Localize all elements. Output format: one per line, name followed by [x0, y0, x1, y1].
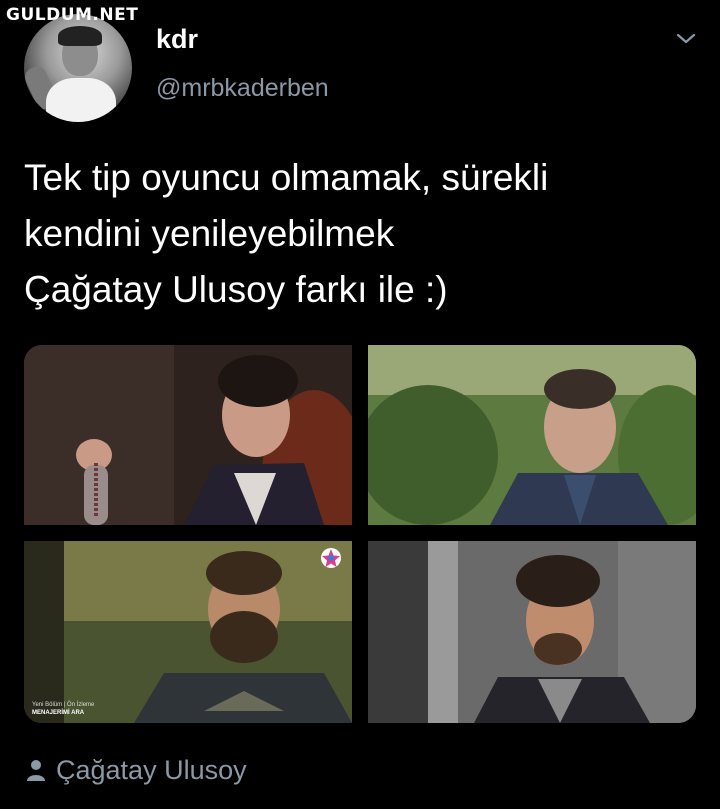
- show-title: MENAJERİMİ ARA: [32, 710, 85, 716]
- photo-2-illustration: [368, 345, 696, 525]
- watermark-logo: GULDUM.NET: [6, 5, 139, 25]
- tagged-person[interactable]: Çağatay Ulusoy: [26, 752, 247, 788]
- photo-4-illustration: [368, 541, 696, 723]
- photo-3-illustration: [24, 541, 352, 723]
- media-grid: Yeni Bölüm | Ön İzleme MENAJERİMİ ARA: [24, 345, 696, 723]
- photo-1-illustration: [24, 345, 352, 525]
- tweet-text-line: Tek tip oyuncu olmamak, sürekli: [24, 157, 549, 198]
- tweet-text-line: Çağatay Ulusoy farkı ile :): [24, 269, 448, 310]
- star-logo-icon: [321, 548, 341, 568]
- display-name[interactable]: kdr: [156, 24, 198, 55]
- tweet-text: Tek tip oyuncu olmamak, sürekli kendini …: [24, 150, 704, 318]
- tweet-photo-3[interactable]: Yeni Bölüm | Ön İzleme MENAJERİMİ ARA: [24, 541, 352, 723]
- chevron-down-icon[interactable]: [674, 30, 698, 48]
- tweet-photo-1[interactable]: [24, 345, 352, 525]
- user-handle[interactable]: @mrbkaderben: [156, 74, 329, 103]
- tagged-person-label: Çağatay Ulusoy: [56, 754, 247, 785]
- person-icon: [27, 760, 45, 781]
- avatar-figure-hair: [58, 26, 102, 46]
- avatar-figure-shirt: [46, 78, 116, 122]
- tweet-photo-2[interactable]: [368, 345, 696, 525]
- episode-badge: Yeni Bölüm | Ön İzleme MENAJERİMİ ARA: [32, 701, 94, 717]
- avatar[interactable]: [24, 14, 132, 122]
- tweet-text-line: kendini yenileyebilmek: [24, 213, 395, 254]
- episode-badge-line: Yeni Bölüm | Ön İzleme: [32, 702, 95, 708]
- tweet-photo-4[interactable]: [368, 541, 696, 723]
